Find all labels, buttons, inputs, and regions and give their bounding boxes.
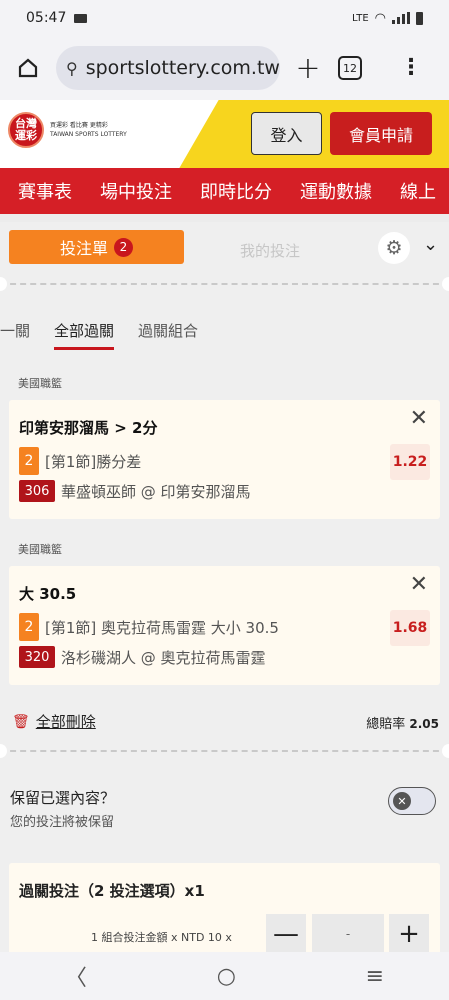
main-nav: 賽事表 場中投注 即時比分 運動數據 線上 — [0, 168, 449, 214]
register-button[interactable]: 會員申請 — [330, 112, 432, 155]
total-odds-value: 2.05 — [409, 717, 439, 731]
trash-icon: 🗑 — [12, 713, 30, 730]
bet-match: 華盛頓巫師 @ 印第安那溜馬 — [61, 482, 251, 501]
chevron-down-icon[interactable]: ⌄ — [423, 234, 438, 255]
url-text: sportslottery.com.tw/s — [85, 57, 280, 79]
mail-icon — [74, 13, 88, 23]
subtab-single[interactable]: 一關 — [0, 320, 30, 350]
period-badge: 2 — [19, 447, 39, 475]
divider-notch — [442, 277, 449, 291]
clock: 05:47 — [26, 10, 67, 26]
bet-card: 大 30.5 ✕ 2 [第1節] 奧克拉荷馬雷霆 大小 30.5 320 洛杉磯… — [9, 566, 440, 685]
slip-count-badge: 2 — [114, 237, 133, 257]
site-header: 台灣 運彩 買運彩 看比賽 更精彩 TAIWAN SPORTS LOTTERY 登… — [0, 100, 449, 168]
new-tab-button[interactable]: + — [280, 51, 336, 86]
system-navigation: 〈 ○ ≡ — [0, 952, 449, 1000]
tab-bet-slip-label: 投注單 — [59, 239, 108, 258]
subtab-parlay-combo[interactable]: 過關組合 — [138, 320, 198, 350]
game-number-badge: 306 — [19, 480, 55, 502]
nav-item-sports-data[interactable]: 運動數據 — [300, 178, 372, 204]
league-label: 美國職籃 — [18, 543, 62, 556]
keep-selection-toggle[interactable]: ✕ — [388, 787, 436, 815]
parlay-title: 過關投注（2 投注選項）x1 — [19, 882, 205, 900]
logo-tagline: 買運彩 看比賽 更精彩 TAIWAN SPORTS LOTTERY — [50, 122, 127, 138]
status-bar: 05:47 LTE ◠ — [0, 0, 449, 36]
close-icon[interactable]: ✕ — [410, 406, 428, 431]
keep-selection-text: 保留已選內容？ 您的投注將被保留 — [10, 787, 115, 830]
bet-match-row: 306 華盛頓巫師 @ 印第安那溜馬 — [19, 480, 251, 502]
divider — [0, 750, 449, 752]
nav-item-online[interactable]: 線上 — [400, 178, 436, 204]
tab-bet-slip[interactable]: 投注單 2 — [9, 230, 184, 264]
bet-selection: 印第安那溜馬 > 2分 — [19, 419, 158, 437]
stake-amount-label: 1 組合投注金額 x NTD 10 x — [91, 931, 232, 944]
menu-icon[interactable]: ⋮ — [400, 57, 422, 79]
divider-notch — [442, 744, 449, 758]
subtab-all-parlay[interactable]: 全部過關 — [54, 320, 115, 350]
network-label: LTE — [352, 12, 369, 24]
stake-input[interactable]: - — [312, 914, 384, 952]
login-button[interactable]: 登入 — [251, 112, 322, 155]
signal-icon — [392, 12, 410, 24]
stake-increase-button[interactable]: + — [389, 914, 429, 952]
bet-card: 印第安那溜馬 > 2分 ✕ 2 [第1節]勝分差 306 華盛頓巫師 @ 印第安… — [9, 400, 440, 519]
logo[interactable]: 台灣 運彩 買運彩 看比賽 更精彩 TAIWAN SPORTS LOTTERY — [8, 112, 127, 148]
back-icon[interactable]: 〈 — [65, 960, 87, 992]
bet-match-row: 320 洛杉磯湖人 @ 奧克拉荷馬雷霆 — [19, 646, 266, 668]
league-label: 美國職籃 — [18, 377, 62, 390]
home-circle-icon[interactable]: ○ — [217, 964, 236, 989]
divider — [0, 283, 449, 285]
nav-item-live-score[interactable]: 即時比分 — [200, 178, 272, 204]
home-icon[interactable] — [0, 56, 56, 80]
bet-market: [第1節] 奧克拉荷馬雷霆 大小 30.5 — [45, 618, 279, 637]
period-badge: 2 — [19, 613, 39, 641]
bet-market-row: 2 [第1節] 奧克拉荷馬雷霆 大小 30.5 — [19, 613, 279, 641]
battery-icon — [416, 11, 423, 25]
site-info-icon[interactable]: ⚲ — [66, 59, 78, 78]
gear-icon[interactable]: ⚙ — [378, 232, 410, 264]
divider-notch — [0, 744, 7, 758]
nav-item-schedule[interactable]: 賽事表 — [18, 178, 72, 204]
total-odds: 總賠率 2.05 — [366, 717, 439, 732]
wifi-icon: ◠ — [374, 10, 386, 26]
recent-apps-icon[interactable]: ≡ — [366, 964, 384, 989]
slip-header: 投注單 2 我的投注 ⚙ ⌄ — [0, 222, 449, 276]
tab-my-bets[interactable]: 我的投注 — [240, 240, 300, 261]
parlay-subtabs: 一關 全部過關 過關組合 — [0, 320, 222, 350]
bet-market: [第1節]勝分差 — [45, 452, 142, 471]
bet-slip-panel: 投注單 2 我的投注 ⚙ ⌄ 一關 全部過關 過關組合 美國職籃 印第安那溜馬 … — [0, 222, 449, 952]
bet-market-row: 2 [第1節]勝分差 — [19, 447, 141, 475]
status-icons: LTE ◠ — [352, 11, 423, 26]
delete-all-link[interactable]: 🗑 全部刪除 — [12, 711, 96, 732]
tab-switcher-button[interactable]: 12 — [338, 56, 362, 80]
keep-question: 保留已選內容？ — [10, 789, 116, 807]
address-bar[interactable]: ⚲ sportslottery.com.tw/s — [56, 46, 280, 90]
close-icon[interactable]: ✕ — [410, 572, 428, 597]
toggle-off-icon: ✕ — [393, 792, 411, 810]
nav-item-live-betting[interactable]: 場中投注 — [100, 178, 172, 204]
logo-badge: 台灣 運彩 — [8, 112, 44, 148]
bet-selection: 大 30.5 — [19, 585, 77, 603]
parlay-card: 過關投注（2 投注選項）x1 1 組合投注金額 x NTD 10 x — - + — [9, 863, 440, 952]
browser-toolbar: ⚲ sportslottery.com.tw/s + 12 ⋮ — [0, 36, 449, 100]
stake-decrease-button[interactable]: — — [266, 914, 306, 952]
game-number-badge: 320 — [19, 646, 55, 668]
divider-notch — [0, 277, 7, 291]
bet-match: 洛杉磯湖人 @ 奧克拉荷馬雷霆 — [61, 648, 266, 667]
delete-all-label: 全部刪除 — [35, 713, 96, 731]
odds-value: 1.22 — [390, 444, 430, 480]
odds-value: 1.68 — [390, 610, 430, 646]
keep-subtext: 您的投注將被保留 — [10, 815, 115, 830]
